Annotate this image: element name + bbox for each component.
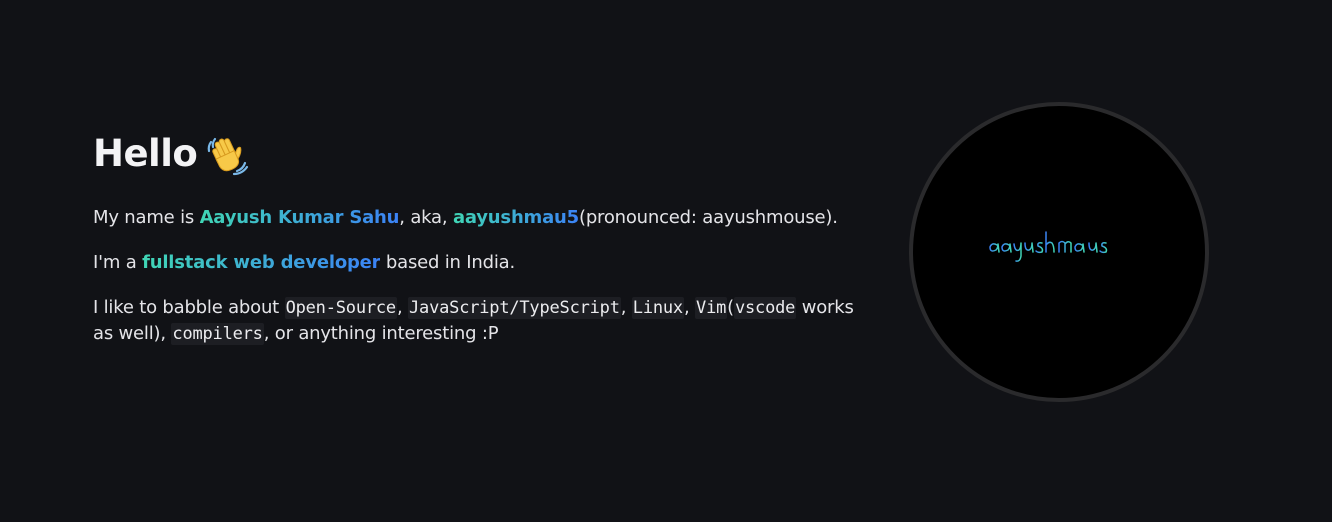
paren-open: ( bbox=[727, 297, 734, 318]
topic-linux: Linux bbox=[631, 297, 684, 319]
topic-compilers: compilers bbox=[171, 323, 264, 345]
separator: , bbox=[620, 297, 632, 318]
hello-heading: Hello bbox=[93, 128, 873, 180]
intro-section: Hello My name is Aayush Kumar Sahu, aka,… bbox=[93, 128, 873, 347]
topic-open-source: Open-Source bbox=[284, 297, 397, 319]
name-paragraph: My name is Aayush Kumar Sahu, aka, aayus… bbox=[93, 205, 873, 231]
interests-suffix-text: , or anything interesting :P bbox=[263, 323, 499, 344]
name-prefix-text: My name is bbox=[93, 207, 200, 228]
topic-vim: Vim bbox=[695, 297, 728, 319]
separator: , bbox=[683, 297, 696, 318]
aka-text: , aka, bbox=[399, 207, 453, 228]
separator: , bbox=[396, 297, 409, 318]
role-suffix-text: based in India. bbox=[380, 252, 515, 273]
full-name: Aayush Kumar Sahu bbox=[199, 207, 400, 228]
role-prefix-text: I'm a bbox=[93, 252, 143, 273]
avatar bbox=[909, 102, 1209, 402]
topic-javascript-typescript: JavaScript/TypeScript bbox=[408, 297, 621, 319]
topic-vscode: vscode bbox=[733, 297, 797, 319]
waving-hand-icon bbox=[205, 132, 249, 176]
interests-prefix-text: I like to babble about bbox=[93, 297, 285, 318]
hello-title-text: Hello bbox=[93, 132, 198, 175]
interests-paragraph: I like to babble about Open-Source, Java… bbox=[93, 295, 873, 347]
signature-logo bbox=[989, 231, 1108, 262]
page: Hello My name is Aayush Kumar Sahu, aka,… bbox=[0, 0, 1332, 522]
role-paragraph: I'm a fullstack web developer based in I… bbox=[93, 250, 873, 276]
role-highlight: fullstack web developer bbox=[142, 252, 381, 273]
pronunciation-text: (pronounced: aayushmouse). bbox=[579, 207, 838, 228]
handle-name: aayushmau5 bbox=[452, 207, 579, 228]
